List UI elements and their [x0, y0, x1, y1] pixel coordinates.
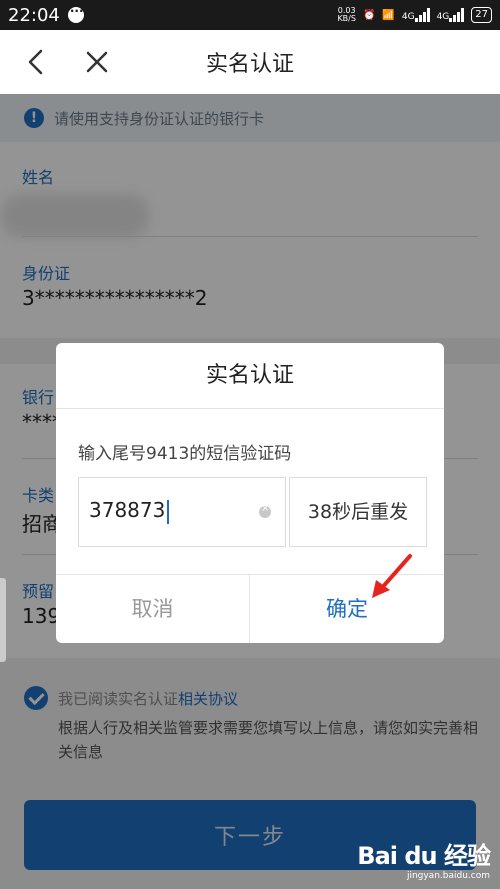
status-icons: 0.03 KB/S ⏰ 📶 4G 4G 27 — [337, 7, 492, 23]
clear-icon[interactable] — [259, 503, 271, 518]
status-bar: 22:04 0.03 KB/S ⏰ 📶 4G 4G 27 — [0, 0, 500, 30]
cancel-button[interactable]: 取消 — [56, 575, 250, 643]
resend-button[interactable]: 38秒后重发 — [289, 477, 427, 547]
watermark-logo: Bai du 经验 — [357, 842, 491, 870]
battery-icon: 27 — [471, 7, 492, 23]
sms-code-input[interactable]: 378873 — [78, 477, 286, 547]
sms-code-value: 378873 — [89, 498, 170, 524]
watermark: Bai du 经验 jingyan.baidu.com — [357, 836, 491, 881]
message-icon — [67, 4, 84, 23]
status-time: 22:04 — [8, 4, 60, 26]
navbar: 实名认证 — [0, 30, 500, 94]
net-speed: 0.03 KB/S — [337, 6, 356, 23]
text-cursor — [167, 499, 170, 524]
signal-icon: 4G — [402, 8, 430, 22]
side-handle[interactable] — [0, 578, 6, 662]
dialog-title: 实名认证 — [56, 343, 444, 409]
annotation-arrow-icon — [372, 554, 412, 598]
watermark-url: jingyan.baidu.com — [406, 871, 490, 881]
back-icon[interactable] — [24, 48, 48, 76]
page-title: 实名认证 — [205, 52, 294, 77]
alarm-icon: ⏰ — [362, 9, 376, 21]
wifi-icon: 📶 — [382, 9, 395, 21]
dialog-prompt: 输入尾号9413的短信验证码 — [78, 444, 292, 464]
close-icon[interactable] — [84, 48, 110, 76]
signal-icon-2: 4G — [437, 8, 465, 22]
